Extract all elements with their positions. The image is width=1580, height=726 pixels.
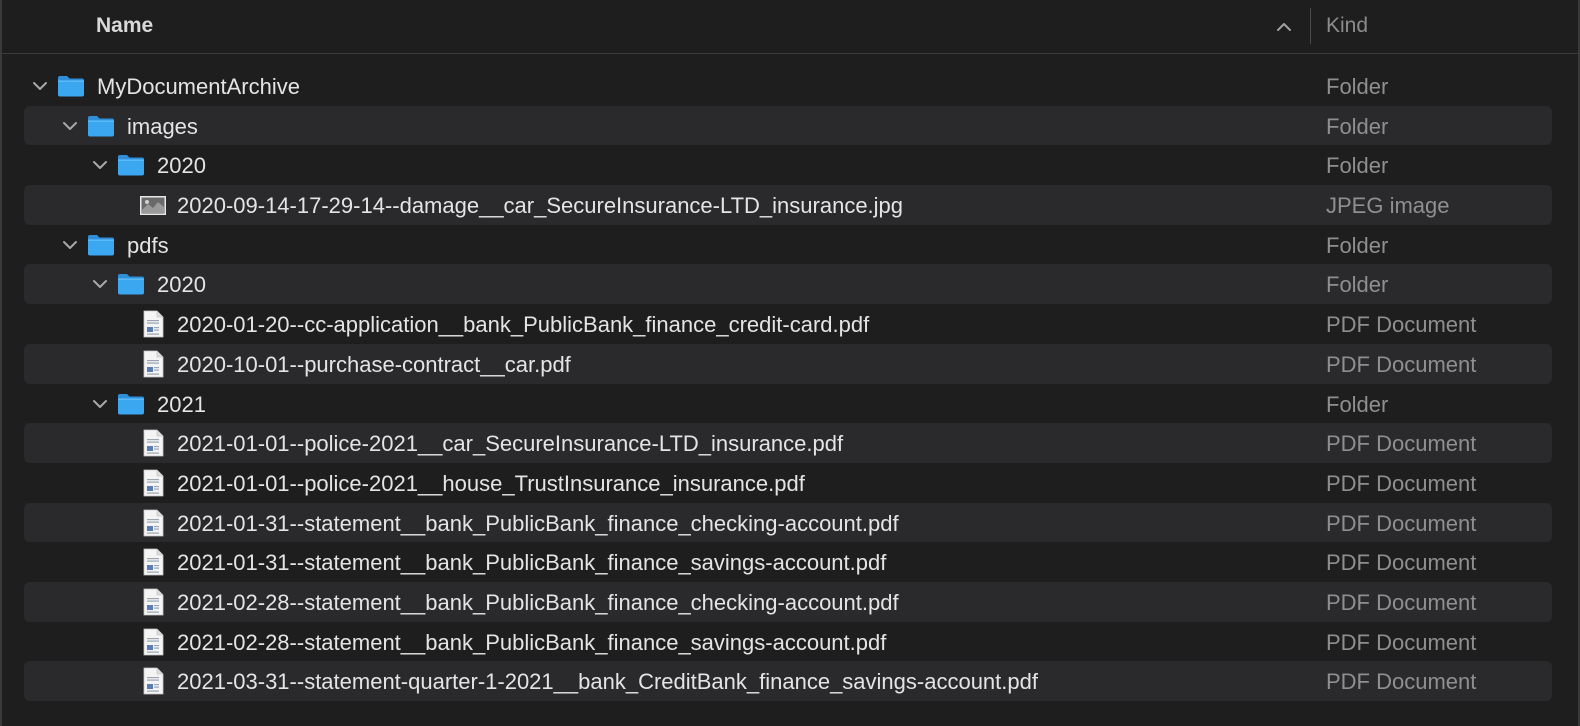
folder-row[interactable]: 2021 Folder [24, 384, 1552, 424]
folder-row[interactable]: pdfs Folder [24, 225, 1552, 265]
file-kind: PDF Document [1326, 312, 1477, 338]
folder-row[interactable]: MyDocumentArchive Folder [24, 66, 1552, 106]
file-name: 2021-02-28--statement__bank_PublicBank_f… [177, 589, 899, 615]
folder-icon [116, 389, 146, 419]
disclosure-chevron-down-icon[interactable] [90, 274, 110, 294]
file-name: 2021-01-31--statement__bank_PublicBank_f… [177, 550, 887, 576]
pdf-document-icon [138, 309, 168, 339]
file-row[interactable]: 2021-03-31--statement-quarter-1-2021__ba… [24, 661, 1552, 701]
pdf-document-icon [138, 468, 168, 498]
folder-row[interactable]: 2020 Folder [24, 145, 1552, 185]
file-kind: PDF Document [1326, 470, 1477, 496]
disclosure-chevron-down-icon[interactable] [90, 155, 110, 175]
file-name: 2021-01-31--statement__bank_PublicBank_f… [177, 510, 899, 536]
folder-icon [86, 111, 116, 141]
name-column-header[interactable]: Name [96, 14, 153, 38]
folder-row[interactable]: 2020 Folder [24, 264, 1552, 305]
file-kind: Folder [1326, 272, 1389, 298]
file-row[interactable]: 2021-01-31--statement__bank_PublicBank_f… [24, 502, 1552, 543]
chevron-up-icon[interactable] [1273, 16, 1295, 38]
file-row[interactable]: 2021-01-01--police-2021__house_TrustInsu… [24, 463, 1552, 503]
file-row[interactable]: 2021-02-28--statement__bank_PublicBank_f… [24, 581, 1552, 622]
file-kind: PDF Document [1326, 351, 1477, 377]
file-row[interactable]: 2020-01-20--cc-application__bank_PublicB… [24, 304, 1552, 344]
column-header: Name Kind [2, 0, 1578, 54]
file-name: pdfs [127, 232, 169, 258]
file-name: images [127, 113, 198, 139]
disclosure-chevron-down-icon[interactable] [30, 76, 50, 96]
file-list: MyDocumentArchive Folder images Folder 2020 F… [24, 66, 1552, 701]
file-row[interactable]: 2021-01-01--police-2021__car_SecureInsur… [24, 423, 1552, 463]
file-name: 2020 [157, 272, 206, 298]
folder-icon [116, 269, 146, 299]
file-kind: PDF Document [1326, 431, 1477, 457]
file-name: 2020 [157, 153, 206, 179]
disclosure-chevron-down-icon[interactable] [60, 116, 80, 136]
folder-row[interactable]: images Folder [24, 105, 1552, 146]
file-kind: Folder [1326, 153, 1389, 179]
pdf-document-icon [138, 547, 168, 577]
file-name: 2020-09-14-17-29-14--damage__car_SecureI… [177, 193, 904, 219]
pdf-document-icon [138, 349, 168, 379]
file-row[interactable]: 2020-09-14-17-29-14--damage__car_SecureI… [24, 185, 1552, 225]
file-kind: PDF Document [1326, 550, 1477, 576]
file-kind: PDF Document [1326, 669, 1477, 695]
folder-icon [86, 230, 116, 260]
file-kind: Folder [1326, 232, 1389, 258]
disclosure-chevron-down-icon[interactable] [90, 394, 110, 414]
file-name: 2021-02-28--statement__bank_PublicBank_f… [177, 629, 887, 655]
file-kind: PDF Document [1326, 629, 1477, 655]
folder-icon [56, 71, 86, 101]
file-name: 2021-03-31--statement-quarter-1-2021__ba… [177, 669, 1038, 695]
pdf-document-icon [138, 428, 168, 458]
finder-window: Name Kind MyDocumentArchive Folder images F… [0, 0, 1580, 726]
file-kind: PDF Document [1326, 510, 1477, 536]
file-row[interactable]: 2021-01-31--statement__bank_PublicBank_f… [24, 542, 1552, 582]
pdf-document-icon [138, 587, 168, 617]
file-kind: Folder [1326, 74, 1389, 99]
file-name: 2021-01-01--police-2021__car_SecureInsur… [177, 431, 844, 457]
file-name: 2020-10-01--purchase-contract__car.pdf [177, 351, 571, 377]
column-divider[interactable] [1310, 8, 1311, 44]
folder-icon [116, 150, 146, 180]
file-kind: Folder [1326, 113, 1389, 139]
pdf-document-icon [138, 666, 168, 696]
file-name: 2021-01-01--police-2021__house_TrustInsu… [177, 470, 805, 496]
image-thumbnail-icon [138, 190, 168, 220]
disclosure-chevron-down-icon[interactable] [60, 235, 80, 255]
file-name: MyDocumentArchive [97, 74, 300, 99]
file-name: 2021 [157, 391, 206, 417]
file-kind: Folder [1326, 391, 1389, 417]
file-row[interactable]: 2020-10-01--purchase-contract__car.pdf PD… [24, 343, 1552, 384]
kind-column-header[interactable]: Kind [1326, 14, 1368, 38]
file-row[interactable]: 2021-02-28--statement__bank_PublicBank_f… [24, 622, 1552, 662]
file-name: 2020-01-20--cc-application__bank_PublicB… [177, 312, 870, 338]
file-kind: PDF Document [1326, 589, 1477, 615]
file-kind: JPEG image [1326, 193, 1450, 219]
pdf-document-icon [138, 508, 168, 538]
pdf-document-icon [138, 627, 168, 657]
